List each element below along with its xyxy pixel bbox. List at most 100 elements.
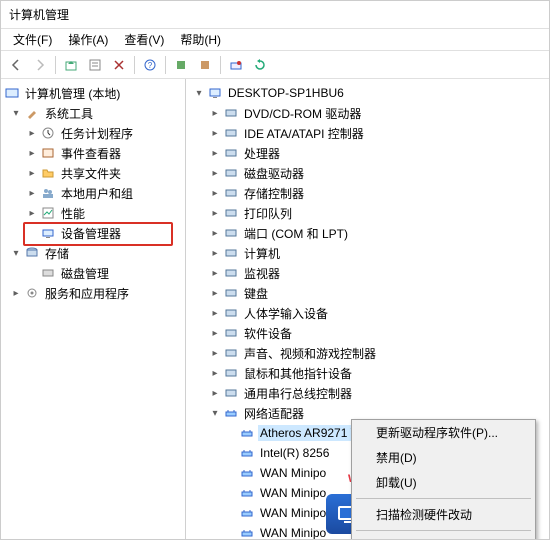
- ctx-scan[interactable]: 扫描检测硬件改动: [352, 502, 535, 527]
- category-label: 计算机: [242, 244, 282, 263]
- category-label: 存储控制器: [242, 184, 306, 203]
- device-category-icon: [223, 385, 239, 401]
- context-menu: 更新驱动程序软件(P)... 禁用(D) 卸载(U) 扫描检测硬件改动 属性(R…: [351, 419, 536, 539]
- tool-button-1[interactable]: [170, 54, 192, 76]
- menu-view[interactable]: 查看(V): [116, 29, 172, 50]
- right-tree: ▾ DESKTOP-SP1HBU6 ▸ DVD/CD-ROM 驱动器 ▸ IDE AT…: [186, 79, 549, 539]
- device-category-icon: [223, 245, 239, 261]
- scan-button[interactable]: [225, 54, 247, 76]
- category-item[interactable]: ▸ IDE ATA/ATAPI 控制器: [186, 123, 549, 143]
- category-item[interactable]: ▸ 端口 (COM 和 LPT): [186, 223, 549, 243]
- forward-button[interactable]: [29, 54, 51, 76]
- expand-icon[interactable]: ▾: [192, 86, 206, 100]
- tree-system-tools[interactable]: ▾ 系统工具: [1, 103, 185, 123]
- expand-icon[interactable]: ▸: [208, 186, 222, 200]
- expand-icon[interactable]: ▸: [208, 226, 222, 240]
- category-item[interactable]: ▸ 存储控制器: [186, 183, 549, 203]
- ctx-disable[interactable]: 禁用(D): [352, 445, 535, 470]
- title-text: 计算机管理: [9, 8, 69, 22]
- network-adapter-icon: [239, 485, 255, 501]
- category-item[interactable]: ▸ 计算机: [186, 243, 549, 263]
- help-button[interactable]: ?: [139, 54, 161, 76]
- tool-button-2[interactable]: [194, 54, 216, 76]
- expand-icon[interactable]: ▸: [25, 126, 39, 140]
- category-label: 键盘: [242, 284, 270, 303]
- category-item[interactable]: ▸监视器: [186, 263, 549, 283]
- menu-file[interactable]: 文件(F): [5, 29, 60, 50]
- tree-root[interactable]: 计算机管理 (本地): [1, 83, 185, 103]
- expand-icon[interactable]: ▸: [25, 146, 39, 160]
- expand-icon[interactable]: ▸: [208, 366, 222, 380]
- category-item[interactable]: ▸声音、视频和游戏控制器: [186, 343, 549, 363]
- back-button[interactable]: [5, 54, 27, 76]
- tree-device-manager[interactable]: 设备管理器: [1, 223, 185, 243]
- expand-icon[interactable]: ▸: [208, 166, 222, 180]
- disk-icon: [40, 265, 56, 281]
- menu-action[interactable]: 操作(A): [60, 29, 116, 50]
- refresh-button[interactable]: [249, 54, 271, 76]
- perf-icon: [40, 205, 56, 221]
- device-category-icon: [223, 145, 239, 161]
- category-label: 鼠标和其他指针设备: [242, 364, 354, 383]
- device-category-icon: [223, 225, 239, 241]
- ctx-update-driver[interactable]: 更新驱动程序软件(P)...: [352, 420, 535, 445]
- category-label: 端口 (COM 和 LPT): [242, 224, 350, 243]
- device-icon: [40, 225, 56, 241]
- tree-local-users[interactable]: ▸ 本地用户和组: [1, 183, 185, 203]
- expand-icon[interactable]: ▸: [208, 126, 222, 140]
- toolbar: ?: [1, 51, 549, 79]
- left-tree: 计算机管理 (本地) ▾ 系统工具 ▸ 任务计划程序 ▸ 事件查看器 ▸ 共享文…: [1, 79, 186, 539]
- adapter-label: Intel(R) 8256: [258, 445, 331, 461]
- category-item[interactable]: ▸ 鼠标和其他指针设备: [186, 363, 549, 383]
- expand-icon[interactable]: ▾: [9, 246, 23, 260]
- device-category-icon: [223, 305, 239, 321]
- category-label: IDE ATA/ATAPI 控制器: [242, 124, 366, 143]
- expand-icon[interactable]: ▸: [208, 286, 222, 300]
- expand-icon[interactable]: ▸: [208, 346, 222, 360]
- expand-icon[interactable]: ▸: [208, 246, 222, 260]
- expand-icon[interactable]: ▾: [208, 406, 222, 420]
- category-item[interactable]: ▸软件设备: [186, 323, 549, 343]
- tree-task-scheduler[interactable]: ▸ 任务计划程序: [1, 123, 185, 143]
- expand-icon[interactable]: ▸: [25, 166, 39, 180]
- expand-icon[interactable]: ▸: [25, 206, 39, 220]
- category-label: DVD/CD-ROM 驱动器: [242, 104, 363, 123]
- category-item[interactable]: ▸ 键盘: [186, 283, 549, 303]
- category-item[interactable]: ▸ DVD/CD-ROM 驱动器: [186, 103, 549, 123]
- tree-services[interactable]: ▸ 服务和应用程序: [1, 283, 185, 303]
- category-item[interactable]: ▸处理器: [186, 143, 549, 163]
- expand-icon[interactable]: ▸: [25, 186, 39, 200]
- properties-button[interactable]: [84, 54, 106, 76]
- svg-text:?: ?: [148, 61, 153, 70]
- ctx-properties[interactable]: 属性(R): [352, 534, 535, 539]
- device-category-icon: [223, 125, 239, 141]
- expand-icon[interactable]: ▸: [9, 286, 23, 300]
- expand-icon[interactable]: ▸: [208, 386, 222, 400]
- category-item[interactable]: ▸人体学输入设备: [186, 303, 549, 323]
- tree-storage[interactable]: ▾ 存储: [1, 243, 185, 263]
- expand-icon[interactable]: ▸: [208, 326, 222, 340]
- tree-performance[interactable]: ▸ 性能: [1, 203, 185, 223]
- device-root[interactable]: ▾ DESKTOP-SP1HBU6: [186, 83, 549, 103]
- adapter-label: WAN Minipo: [258, 505, 328, 521]
- expand-icon[interactable]: ▸: [208, 266, 222, 280]
- expand-icon[interactable]: ▾: [9, 106, 23, 120]
- device-category-icon: [223, 285, 239, 301]
- adapter-label: WAN Minipo: [258, 465, 328, 481]
- network-adapter-icon: [239, 445, 255, 461]
- expand-icon[interactable]: ▸: [208, 146, 222, 160]
- network-adapter-icon: [239, 525, 255, 539]
- expand-icon[interactable]: ▸: [208, 306, 222, 320]
- menu-help[interactable]: 帮助(H): [172, 29, 229, 50]
- expand-icon[interactable]: ▸: [208, 106, 222, 120]
- ctx-uninstall[interactable]: 卸载(U): [352, 470, 535, 495]
- tree-disk-mgmt[interactable]: 磁盘管理: [1, 263, 185, 283]
- category-item[interactable]: ▸磁盘驱动器: [186, 163, 549, 183]
- tree-event-viewer[interactable]: ▸ 事件查看器: [1, 143, 185, 163]
- category-item[interactable]: ▸打印队列: [186, 203, 549, 223]
- up-button[interactable]: [60, 54, 82, 76]
- tree-shared-folders[interactable]: ▸ 共享文件夹: [1, 163, 185, 183]
- category-item[interactable]: ▸通用串行总线控制器: [186, 383, 549, 403]
- expand-icon[interactable]: ▸: [208, 206, 222, 220]
- delete-button[interactable]: [108, 54, 130, 76]
